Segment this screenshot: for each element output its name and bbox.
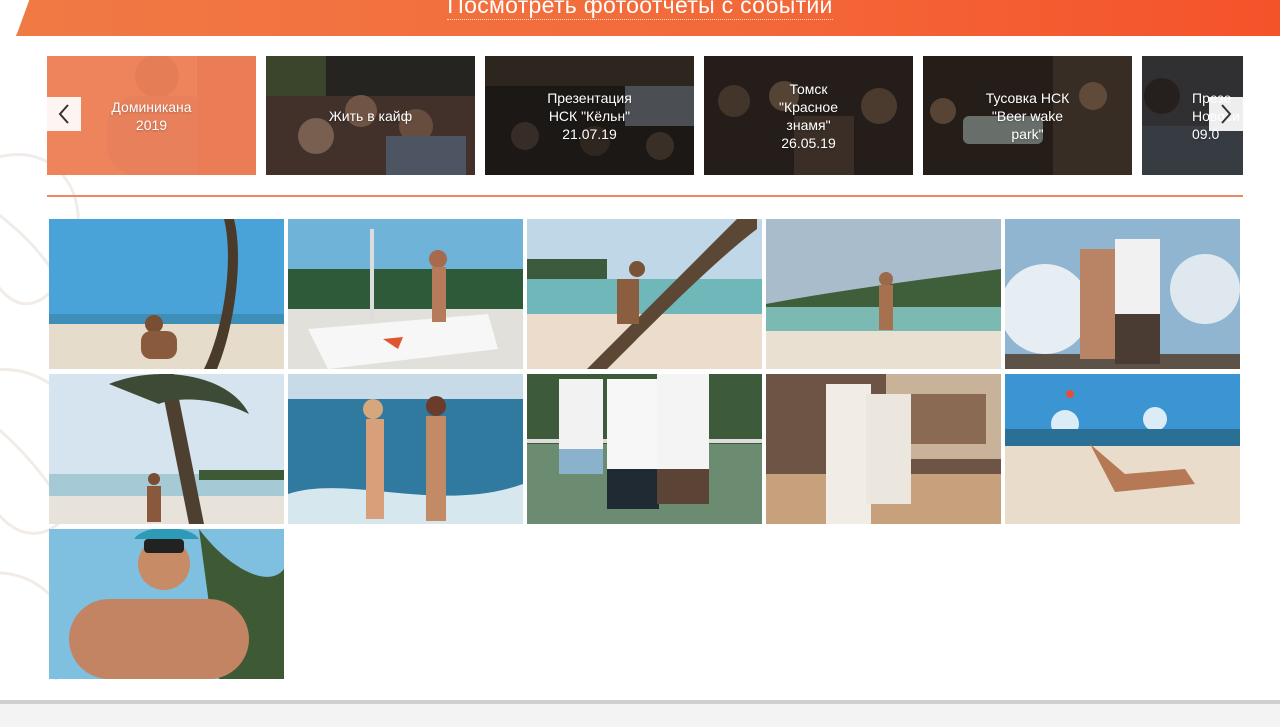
gallery-photo[interactable] bbox=[1005, 219, 1240, 369]
gallery-photo[interactable] bbox=[1005, 374, 1240, 524]
event-title: Жить в кайф bbox=[328, 107, 413, 124]
gallery-photo[interactable] bbox=[49, 529, 284, 679]
event-card-presentation-koeln[interactable]: Презентация НСК "Кёльн" 21.07.19 bbox=[485, 56, 694, 175]
event-title: Презентация НСК "Кёльн" 21.07.19 bbox=[547, 89, 632, 142]
view-event-reports-link[interactable]: Посмотреть фотоотчеты с событий bbox=[447, 0, 833, 20]
event-card-beer-wake-park[interactable]: Тусовка НСК "Beer wake park" bbox=[923, 56, 1132, 175]
section-divider bbox=[47, 195, 1243, 197]
gallery-photo[interactable] bbox=[49, 374, 284, 524]
banner-title: Посмотреть фотоотчеты с событий bbox=[0, 0, 1280, 20]
event-card-zhit-v-kaif[interactable]: Жить в кайф bbox=[266, 56, 475, 175]
gallery-photo[interactable] bbox=[766, 374, 1001, 524]
event-title: Доминикана 2019 bbox=[111, 98, 192, 133]
event-card-tomsk[interactable]: Томск "Красное знамя" 26.05.19 bbox=[704, 56, 913, 175]
gallery-photo[interactable] bbox=[527, 219, 762, 369]
events-banner: Посмотреть фотоотчеты с событий bbox=[0, 0, 1280, 36]
gallery-photo[interactable] bbox=[49, 219, 284, 369]
event-carousel: Доминикана 2019 Жить в кайф Презентация … bbox=[47, 56, 1243, 176]
carousel-prev-button[interactable] bbox=[47, 97, 81, 131]
chevron-right-icon bbox=[1221, 104, 1232, 124]
gallery-photo[interactable] bbox=[288, 219, 523, 369]
event-title: Тусовка НСК "Beer wake park" bbox=[985, 89, 1070, 142]
carousel-next-button[interactable] bbox=[1209, 97, 1243, 131]
gallery-photo[interactable] bbox=[288, 374, 523, 524]
gallery-photo[interactable] bbox=[527, 374, 762, 524]
footer bbox=[0, 704, 1280, 727]
gallery-photo[interactable] bbox=[766, 219, 1001, 369]
chevron-left-icon bbox=[58, 104, 69, 124]
event-title: Томск "Красное знамя" 26.05.19 bbox=[778, 80, 838, 151]
